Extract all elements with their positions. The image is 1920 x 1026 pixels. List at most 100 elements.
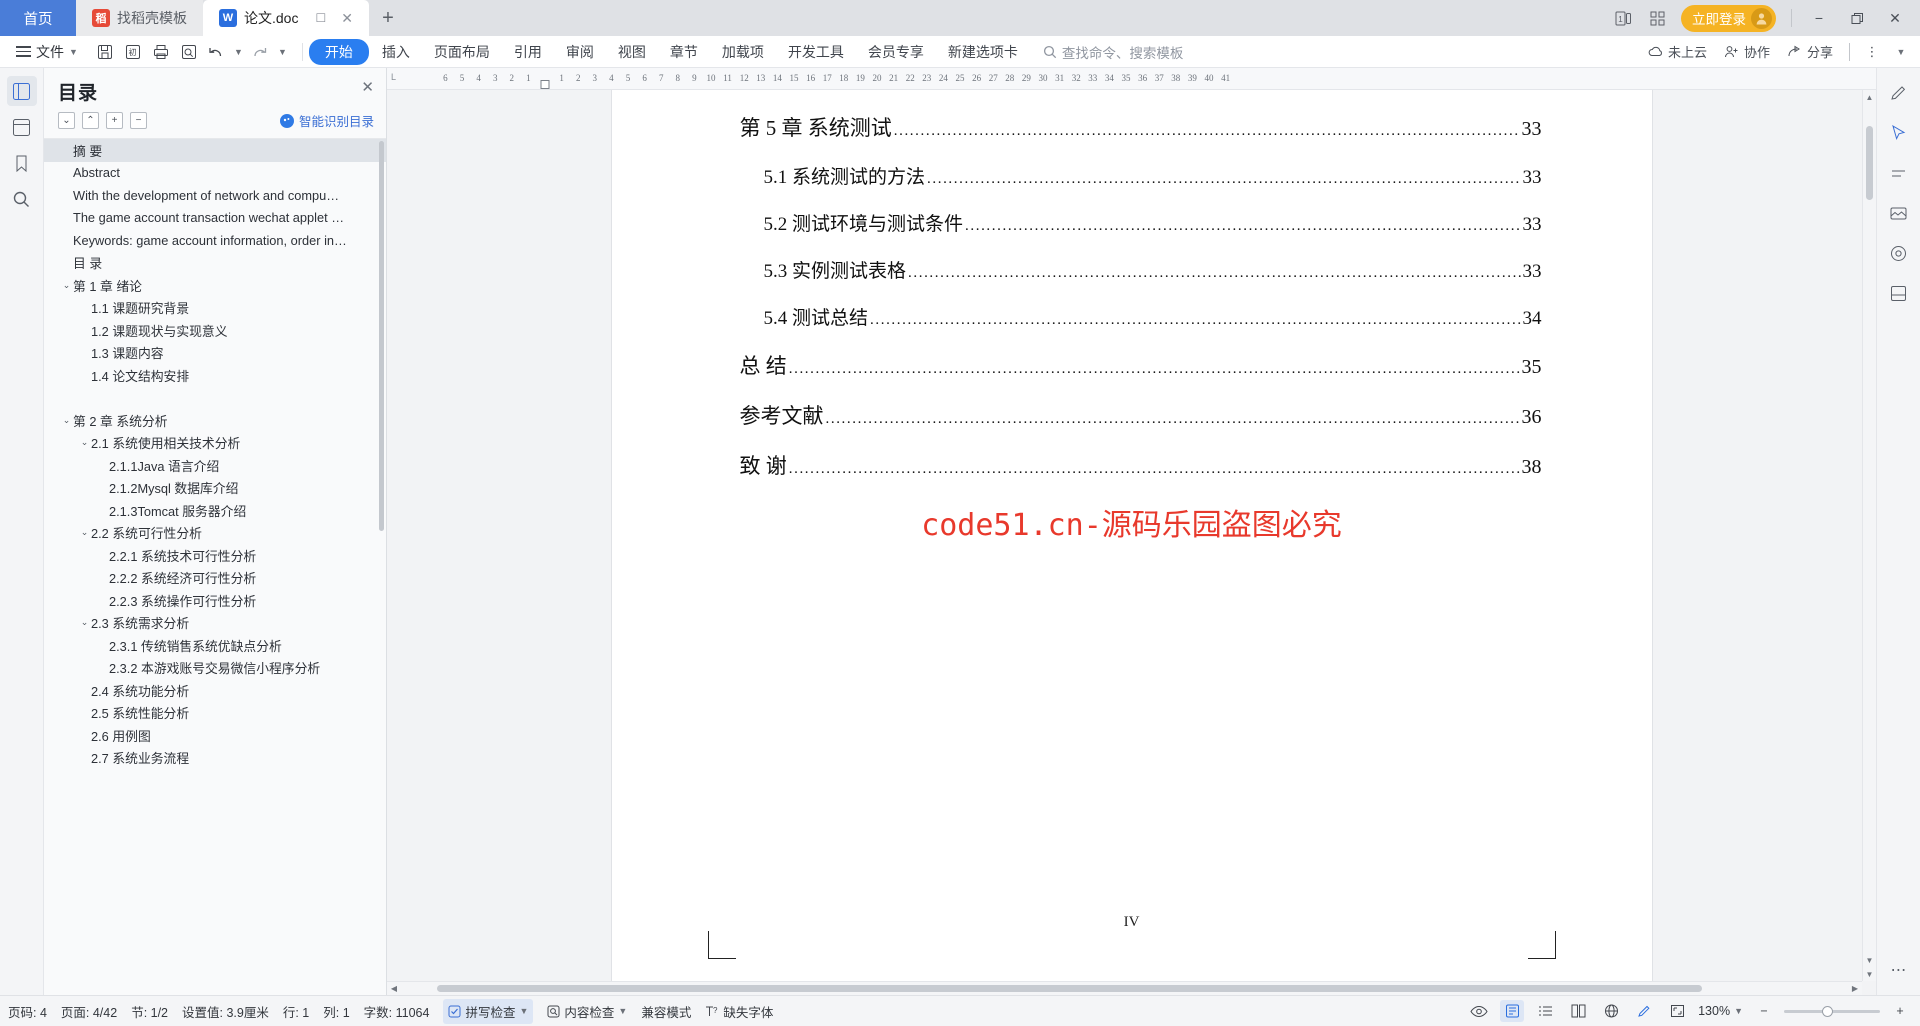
- outline-item[interactable]: 2.1.3Tomcat 服务器介绍: [44, 499, 386, 522]
- ribbon-tab-start[interactable]: 开始: [308, 38, 369, 65]
- chevron-down-icon[interactable]: ⌄: [60, 280, 73, 291]
- close-button[interactable]: ✕: [1878, 3, 1912, 33]
- collapse-all-icon[interactable]: ⌃: [82, 112, 99, 129]
- ribbon-tab-references[interactable]: 引用: [503, 39, 553, 65]
- spellcheck-button[interactable]: 拼写检查 ▼: [443, 998, 534, 1024]
- ruler-corner-label[interactable]: L: [391, 72, 396, 82]
- document-vertical-scrollbar[interactable]: ▲ ▼ ▼: [1862, 90, 1876, 981]
- toc-entry[interactable]: 5.1 系统测试的方法.............................…: [722, 162, 1542, 189]
- outline-item[interactable]: 2.7 系统业务流程: [44, 747, 386, 770]
- scroll-left-icon[interactable]: ◀: [387, 982, 401, 995]
- toc-entry[interactable]: 致 谢.....................................…: [722, 450, 1542, 480]
- eye-preview-icon[interactable]: [1467, 1000, 1491, 1022]
- quick-access-more-icon[interactable]: ▼: [275, 40, 290, 64]
- undo-icon[interactable]: [204, 40, 230, 64]
- chevron-down-icon[interactable]: ⌄: [78, 617, 91, 628]
- content-check-button[interactable]: 内容检查 ▼: [547, 1002, 627, 1021]
- outline-close-icon[interactable]: ✕: [361, 78, 374, 96]
- ribbon-collapse-icon[interactable]: ▼: [1888, 40, 1914, 64]
- ribbon-tab-review[interactable]: 审阅: [555, 39, 605, 65]
- view-dual-page-icon[interactable]: [1566, 1000, 1590, 1022]
- command-search[interactable]: 查找命令、搜索模板: [1043, 42, 1183, 62]
- markup-pen-icon[interactable]: [1632, 1000, 1656, 1022]
- ribbon-more-icon[interactable]: ⋮: [1859, 40, 1885, 64]
- expand-all-icon[interactable]: ⌄: [58, 112, 75, 129]
- increase-level-icon[interactable]: +: [106, 112, 123, 129]
- tab-home[interactable]: 首页: [0, 0, 76, 36]
- status-pages[interactable]: 页面: 4/42: [61, 1002, 117, 1021]
- web-view-icon[interactable]: [1599, 1000, 1623, 1022]
- ribbon-tab-developer[interactable]: 开发工具: [777, 39, 855, 65]
- outline-item[interactable]: ⌄ 2.2 系统可行性分析: [44, 522, 386, 545]
- horizontal-ruler[interactable]: L 6 5 4 3 2 1 1 2 3 4 5 6 7 8 9 10 11 12 13 14 15 16 17 18 19 20 2…: [387, 68, 1876, 90]
- outline-item[interactable]: With the development of network and comp…: [44, 184, 386, 207]
- image-insert-icon[interactable]: [1884, 198, 1914, 228]
- bookmark-panel-icon[interactable]: [7, 148, 37, 178]
- outline-item[interactable]: 2.5 系统性能分析: [44, 702, 386, 725]
- zoom-level-label[interactable]: 130% ▼: [1698, 1004, 1743, 1018]
- outline-item[interactable]: 1.2 课题现状与实现意义: [44, 319, 386, 342]
- fit-page-icon[interactable]: [1665, 1000, 1689, 1022]
- view-page-layout-icon[interactable]: [1500, 1000, 1525, 1022]
- chevron-down-icon[interactable]: ⌄: [60, 415, 73, 426]
- document-horizontal-scrollbar[interactable]: ◀ ▶: [387, 981, 1862, 995]
- zoom-out-button[interactable]: −: [1752, 1000, 1776, 1022]
- toc-entry[interactable]: 5.2 测试环境与测试条件...........................…: [722, 209, 1542, 236]
- tab-document[interactable]: W 论文.doc ☐ ✕: [203, 0, 369, 37]
- outline-item[interactable]: 2.2.2 系统经济可行性分析: [44, 567, 386, 590]
- print-icon[interactable]: [148, 40, 174, 64]
- chevron-down-icon[interactable]: ⌄: [78, 527, 91, 538]
- grid-view-icon[interactable]: [1642, 5, 1672, 31]
- indent-marker[interactable]: [540, 80, 550, 89]
- share-button[interactable]: 分享: [1780, 40, 1840, 63]
- cursor-select-icon[interactable]: [1884, 118, 1914, 148]
- outline-item[interactable]: 2.1.2Mysql 数据库介绍: [44, 477, 386, 500]
- toc-entry[interactable]: 总 结.....................................…: [722, 350, 1542, 380]
- outline-item[interactable]: ⌄ 2.1 系统使用相关技术分析: [44, 432, 386, 455]
- outline-panel-icon[interactable]: [6, 76, 37, 106]
- save-icon[interactable]: [92, 40, 118, 64]
- right-rail-more-icon[interactable]: ⋯: [1884, 955, 1914, 985]
- outline-item[interactable]: 1.3 课题内容: [44, 342, 386, 365]
- ribbon-tab-page-layout[interactable]: 页面布局: [423, 39, 501, 65]
- toc-entry[interactable]: 5.4 测试总结................................…: [722, 303, 1542, 330]
- zoom-in-button[interactable]: +: [1888, 1000, 1912, 1022]
- outline-item[interactable]: 2.6 用例图: [44, 724, 386, 747]
- toc-entry[interactable]: 参考文献....................................…: [722, 400, 1542, 430]
- redo-icon[interactable]: [247, 40, 273, 64]
- undo-dropdown-icon[interactable]: ▼: [232, 40, 245, 64]
- outline-scrollbar-thumb[interactable]: [379, 141, 384, 531]
- vertical-scroll-thumb[interactable]: [1866, 126, 1873, 200]
- outline-item[interactable]: The game account transaction wechat appl…: [44, 207, 386, 230]
- zoom-slider-knob[interactable]: [1822, 1005, 1833, 1017]
- status-word-count[interactable]: 字数: 11064: [364, 1002, 430, 1021]
- ribbon-tab-section[interactable]: 章节: [659, 39, 709, 65]
- view-outline-icon[interactable]: [1533, 1000, 1557, 1022]
- edit-pen-icon[interactable]: [1884, 78, 1914, 108]
- horizontal-scroll-thumb[interactable]: [437, 985, 1702, 992]
- scroll-right-icon[interactable]: ▶: [1848, 982, 1862, 995]
- file-menu-button[interactable]: 文件 ▼: [8, 42, 86, 62]
- tab-close-icon[interactable]: ✕: [341, 10, 353, 27]
- chevron-down-icon[interactable]: ⌄: [78, 437, 91, 448]
- tab-restore-icon[interactable]: ☐: [315, 11, 326, 25]
- next-page-icon[interactable]: ▼: [1863, 967, 1876, 981]
- outline-item[interactable]: ⌄ 第 2 章 系统分析: [44, 409, 386, 432]
- outline-tree[interactable]: 摘 要 Abstract With the development of netwo…: [44, 138, 386, 995]
- outline-item[interactable]: Abstract: [44, 162, 386, 185]
- zoom-slider[interactable]: [1784, 1005, 1880, 1017]
- login-button[interactable]: 立即登录: [1681, 4, 1776, 32]
- ribbon-tab-insert[interactable]: 插入: [371, 39, 421, 65]
- scroll-down-icon[interactable]: ▼: [1863, 953, 1876, 967]
- ribbon-tab-addins[interactable]: 加载项: [711, 39, 775, 65]
- outline-item[interactable]: [44, 387, 386, 410]
- restore-button[interactable]: [1840, 3, 1874, 33]
- outline-item[interactable]: 目 录: [44, 252, 386, 275]
- missing-font-button[interactable]: ? 缺失字体: [705, 1002, 773, 1021]
- print-preview-icon[interactable]: [176, 40, 202, 64]
- cloud-status-button[interactable]: 未上云: [1641, 40, 1714, 63]
- zoom-control[interactable]: − +: [1752, 1000, 1912, 1022]
- toc-entry[interactable]: 5.3 实例测试表格..............................…: [722, 256, 1542, 283]
- thumbnail-panel-icon[interactable]: [7, 112, 37, 142]
- outline-item[interactable]: 摘 要: [44, 139, 386, 162]
